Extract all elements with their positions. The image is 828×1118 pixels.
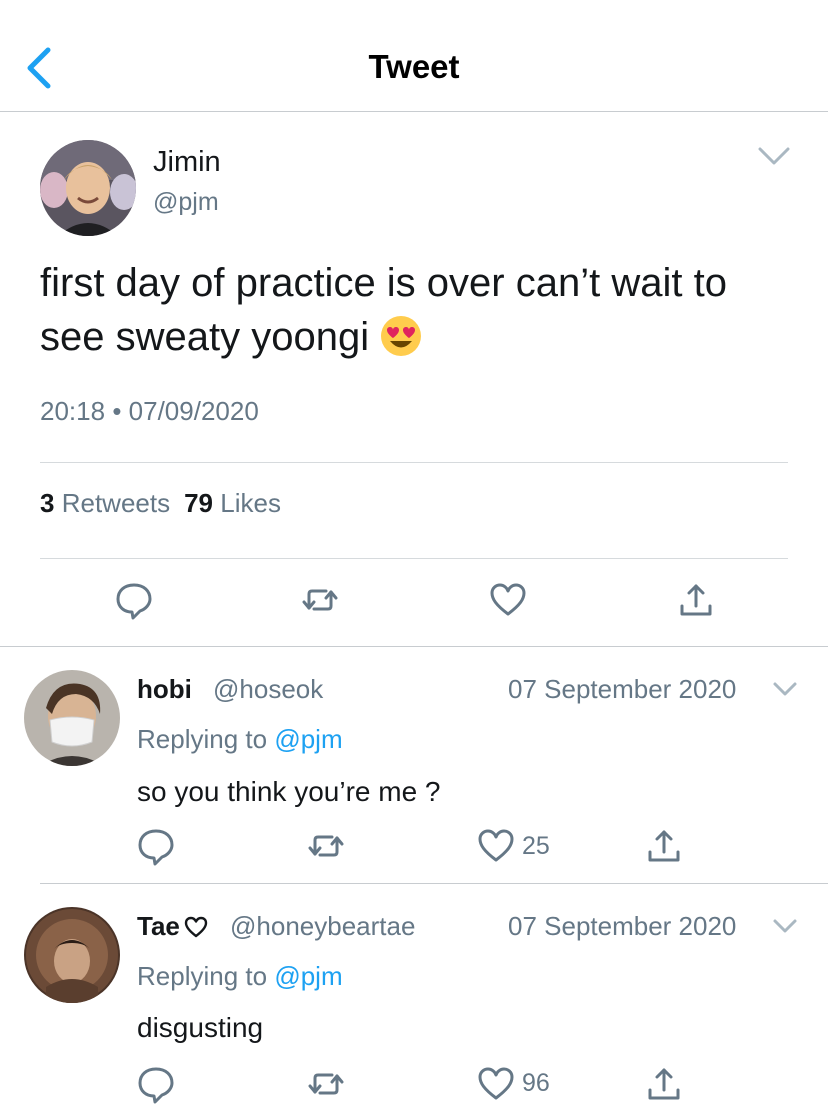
share-icon[interactable]	[644, 1064, 684, 1104]
retweets-count: 3	[40, 488, 55, 518]
divider	[40, 462, 788, 463]
retweet-icon[interactable]	[306, 1064, 346, 1104]
heart-outline-icon	[184, 916, 208, 938]
reply-date: 07 September 2020	[508, 674, 737, 704]
chevron-down-icon[interactable]	[772, 917, 798, 935]
share-icon[interactable]	[676, 580, 716, 620]
like-icon[interactable]	[488, 580, 528, 620]
heart-eyes-emoji-icon	[381, 316, 422, 356]
reply-author-handle[interactable]: @honeybeartae	[230, 911, 415, 942]
divider	[40, 558, 788, 559]
tweet-text: first day of practice is over can’t wait…	[40, 256, 800, 364]
reply-icon[interactable]	[136, 1064, 176, 1104]
author-handle[interactable]: @pjm	[153, 188, 219, 217]
reply-icon[interactable]	[136, 826, 176, 866]
avatar[interactable]	[24, 670, 120, 766]
like-icon[interactable]	[476, 1064, 516, 1104]
chevron-down-icon[interactable]	[772, 680, 798, 698]
reply-author-name[interactable]: hobi	[137, 674, 192, 705]
retweets-stat[interactable]: 3 Retweets	[40, 488, 170, 518]
tweet-timestamp: 20:18 • 07/09/2020	[40, 396, 259, 427]
divider	[0, 646, 828, 647]
reply-author-name-text: Tae	[137, 911, 180, 941]
likes-label: Likes	[220, 488, 281, 518]
share-icon[interactable]	[644, 826, 684, 866]
replying-mention[interactable]: @pjm	[274, 724, 342, 754]
chevron-down-icon[interactable]	[756, 144, 792, 168]
reply-text: so you think you’re me ?	[137, 776, 441, 807]
page-title: Tweet	[368, 48, 460, 85]
divider	[40, 883, 828, 884]
reply-text: disgusting	[137, 1012, 264, 1043]
tweet-time: 20:18	[40, 396, 106, 426]
replying-mention[interactable]: @pjm	[274, 961, 342, 991]
replying-prefix: Replying to	[137, 724, 268, 754]
reply-icon[interactable]	[114, 580, 154, 620]
likes-count: 79	[184, 488, 214, 518]
like-count: 25	[522, 832, 550, 860]
retweet-icon[interactable]	[300, 580, 340, 620]
reply-date: 07 September 2020	[508, 911, 737, 941]
reply-author-handle[interactable]: @hoseok	[213, 674, 323, 705]
avatar[interactable]	[24, 907, 120, 1003]
author-name[interactable]: Jimin	[153, 146, 221, 179]
replying-prefix: Replying to	[137, 961, 268, 991]
retweets-label: Retweets	[61, 488, 171, 518]
retweet-icon[interactable]	[306, 826, 346, 866]
nav-bar: Tweet	[0, 0, 828, 112]
avatar[interactable]	[40, 140, 136, 236]
tweet-date: 07/09/2020	[128, 396, 259, 426]
meta-dot: •	[112, 396, 122, 426]
reply-author-name[interactable]: Tae	[137, 911, 208, 942]
like-count: 96	[522, 1069, 550, 1097]
replying-to: Replying to @pjm	[137, 961, 343, 992]
tweet-actions	[0, 580, 828, 624]
tweet-stats: 3 Retweets 79 Likes	[40, 488, 281, 519]
like-icon[interactable]	[476, 826, 516, 866]
likes-stat[interactable]: 79 Likes	[184, 488, 281, 518]
replying-to: Replying to @pjm	[137, 724, 343, 755]
